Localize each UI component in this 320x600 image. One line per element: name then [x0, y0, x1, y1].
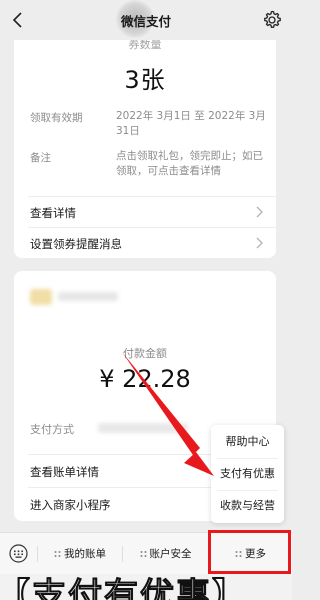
- keyboard-icon[interactable]: [9, 544, 28, 563]
- amount-value: ¥ 22.28: [99, 365, 191, 393]
- bottom-item-label: 更多: [245, 548, 266, 560]
- menu-item-help-center[interactable]: 帮助中心: [211, 426, 284, 458]
- coupon-card: 券数量 3张 领取有效期 2022年 3月1日 至 2022年 3月31日 备注…: [14, 28, 276, 258]
- caption-text: 【支付有优惠】: [0, 576, 248, 600]
- note-label: 备注: [30, 152, 51, 164]
- payment-method-label: 支付方式: [30, 423, 74, 436]
- bottom-menu-bar: 我的账单 账户安全 更多: [0, 532, 292, 574]
- divider: [28, 227, 276, 228]
- title-area: 微信支付: [100, 0, 192, 38]
- chevron-right-icon: [256, 237, 263, 249]
- merchant-miniprogram-link[interactable]: 进入商家小程序: [30, 497, 111, 513]
- menu-dots-icon: [140, 551, 146, 557]
- chevron-left-icon[interactable]: [8, 9, 30, 31]
- validity-value: 2022年 3月1日 至 2022年 3月31日: [116, 110, 266, 137]
- bottom-item-label: 我的账单: [64, 548, 106, 560]
- menu-item-payment-discount[interactable]: 支付有优惠: [211, 458, 284, 490]
- payment-method-blurred: [98, 423, 188, 433]
- menu-dots-icon: [235, 551, 242, 557]
- chevron-right-icon: [256, 206, 263, 218]
- view-details-link[interactable]: 查看详情: [30, 205, 76, 221]
- page-title: 微信支付: [120, 14, 171, 29]
- caption-banner: 【支付有优惠】: [0, 574, 292, 600]
- menu-dots-icon: [54, 551, 61, 557]
- bottom-item-account-security[interactable]: 账户安全: [123, 533, 208, 575]
- coupon-reminder-link[interactable]: 设置领券提醒消息: [30, 236, 122, 252]
- bottom-item-more[interactable]: 更多: [209, 533, 292, 575]
- divider: [28, 196, 276, 197]
- bill-details-link[interactable]: 查看账单详情: [30, 464, 99, 480]
- amount-label: 付款金额: [123, 347, 167, 360]
- note-value: 点击领取礼包，领完即止；如已领取，可点击查看详情: [116, 150, 263, 177]
- coupon-count-value: 3张: [124, 66, 166, 94]
- validity-label: 领取有效期: [30, 112, 83, 124]
- bottom-item-label: 账户安全: [149, 548, 192, 560]
- merchant-logo-blurred: [30, 289, 52, 305]
- more-popup-menu: 帮助中心 支付有优惠 收款与经营: [211, 425, 284, 523]
- gear-icon[interactable]: [261, 9, 283, 31]
- top-bar: 微信支付: [0, 0, 292, 40]
- bottom-item-my-bills[interactable]: 我的账单: [38, 533, 122, 575]
- merchant-name-blurred: [58, 292, 118, 301]
- menu-item-receive-and-business[interactable]: 收款与经营: [211, 490, 284, 522]
